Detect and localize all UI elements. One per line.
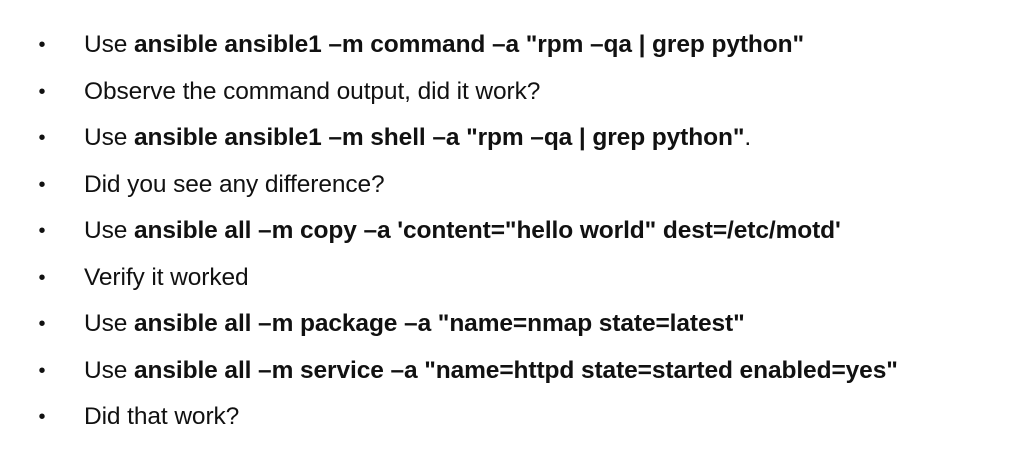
item-plain-text: Did that work? <box>84 403 240 430</box>
list-item: • Use ansible ansible1 –m command –a "rp… <box>36 22 1026 69</box>
list-item: • Use ansible all –m copy –a 'content="h… <box>36 208 1026 255</box>
list-item: • Observe the command output, did it wor… <box>36 69 1026 116</box>
list-item: • Use ansible all –m package –a "name=nm… <box>36 301 1026 348</box>
bullet-list: • Use ansible ansible1 –m command –a "rp… <box>36 22 1026 441</box>
bullet-icon: • <box>38 266 46 289</box>
bullet-icon: • <box>38 34 46 56</box>
bullet-text: Did that work? <box>84 394 239 441</box>
bullet-text: Use ansible all –m service –a "name=http… <box>84 348 898 395</box>
bullet-icon: • <box>38 80 46 103</box>
item-command-text: ansible all –m service –a "name=httpd st… <box>133 356 898 384</box>
item-plain-text: Use <box>84 31 134 58</box>
item-plain-text: Did you see any difference? <box>84 170 385 198</box>
bullet-icon: • <box>38 406 46 428</box>
item-plain-text: Use <box>84 356 134 384</box>
slide: • Use ansible ansible1 –m command –a "rp… <box>0 0 1030 465</box>
list-item: • Use ansible ansible1 –m shell –a "rpm … <box>36 115 1026 162</box>
bullet-icon: • <box>38 220 46 242</box>
bullet-text: Did you see any difference? <box>84 162 385 209</box>
item-plain-text: Use <box>84 124 134 151</box>
bullet-icon: • <box>38 359 46 382</box>
item-plain-text: Use <box>84 310 134 337</box>
bullet-text: Observe the command output, did it work? <box>84 69 540 116</box>
bullet-text: Use ansible ansible1 –m command –a "rpm … <box>84 22 804 69</box>
bullet-icon: • <box>38 127 46 149</box>
list-item: • Did that work? <box>36 394 1026 441</box>
list-item: • Verify it worked <box>36 255 1026 302</box>
bullet-text: Use ansible all –m copy –a 'content="hel… <box>84 208 841 255</box>
bullet-text: Use ansible ansible1 –m shell –a "rpm –q… <box>84 115 751 162</box>
item-plain-text: Verify it worked <box>84 263 249 291</box>
list-item: • Use ansible all –m service –a "name=ht… <box>36 348 1026 395</box>
item-plain-text: Use <box>84 217 134 244</box>
item-command-text: ansible all –m package –a "name=nmap sta… <box>133 310 745 337</box>
item-plain-text: Observe the command output, did it work? <box>84 77 541 105</box>
bullet-icon: • <box>38 313 46 335</box>
list-item: • Did you see any difference? <box>36 162 1026 209</box>
item-command-text: ansible all –m copy –a 'content="hello w… <box>133 217 841 244</box>
item-command-text: ansible ansible1 –m shell –a "rpm –qa | … <box>133 124 745 151</box>
item-command-text: ansible ansible1 –m command –a "rpm –qa … <box>133 31 805 58</box>
bullet-icon: • <box>38 173 46 196</box>
bullet-text: Verify it worked <box>84 255 249 302</box>
bullet-text: Use ansible all –m package –a "name=nmap… <box>84 301 745 348</box>
item-tail-text: . <box>744 124 752 151</box>
